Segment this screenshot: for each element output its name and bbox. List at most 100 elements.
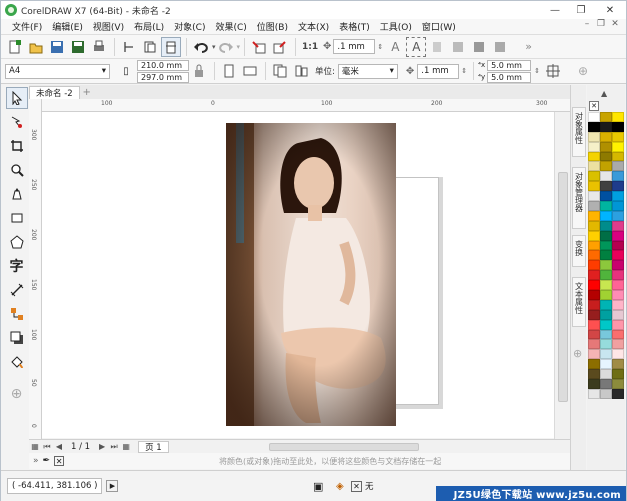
color-swatch[interactable] [612,230,624,241]
horizontal-scroll-thumb[interactable] [269,443,419,451]
last-page-icon[interactable]: ⏭ [108,442,120,452]
color-swatch[interactable] [600,379,612,389]
color-swatch[interactable] [588,230,600,241]
color-swatch[interactable] [612,171,624,182]
color-swatch[interactable] [612,210,624,221]
color-swatch[interactable] [600,260,612,271]
color-swatch[interactable] [600,290,612,300]
palette-scroll-up-icon[interactable]: ▲ [601,89,607,98]
color-swatch[interactable] [612,240,624,251]
color-swatch[interactable] [600,349,612,360]
color-swatch[interactable] [588,171,600,182]
dup-spinner-icon[interactable]: ⇕ [534,67,540,75]
color-swatch[interactable] [612,121,624,132]
color-swatch[interactable] [612,290,624,300]
units-select[interactable]: 毫米 ▾ [337,63,398,79]
all-pages-icon[interactable] [270,61,290,81]
color-swatch[interactable] [588,121,600,132]
nudge-distance-field[interactable]: .1 mm [417,63,460,79]
color-swatch[interactable] [600,171,612,182]
color-swatch[interactable] [612,191,624,202]
color-swatch[interactable] [600,388,612,399]
options-icon[interactable] [490,37,510,57]
page-size-select[interactable]: A4 ▾ [5,63,110,79]
tab-document[interactable]: 未命名 -2 [29,86,80,99]
menu-bitmaps[interactable]: 位图(B) [252,20,293,33]
save-green-icon[interactable] [68,37,88,57]
zoom-level-icon[interactable]: 1:1 [300,37,320,57]
color-swatch[interactable] [612,220,624,231]
color-swatch[interactable] [612,250,624,261]
add-preset-icon[interactable]: ⊕ [578,64,588,78]
shape-tool-icon[interactable] [6,111,28,133]
color-swatch[interactable] [588,151,600,162]
color-swatch[interactable] [600,339,612,350]
menu-file[interactable]: 文件(F) [7,20,47,33]
color-swatch[interactable] [588,388,600,399]
color-swatch[interactable] [588,329,600,340]
pick-tool-icon[interactable] [5,87,28,109]
color-swatch[interactable] [588,290,600,300]
status-expand-icon[interactable]: ▶ [106,480,119,492]
no-color-icon[interactable]: ✕ [54,456,65,466]
page-width-field[interactable]: 210.0 mm [137,59,189,71]
color-swatch[interactable] [588,141,600,152]
fill-tool-icon[interactable] [6,351,28,373]
color-swatch[interactable] [588,181,600,192]
docker-tab-object-properties[interactable]: 对象属性 [572,107,586,157]
cut-icon[interactable] [119,37,139,57]
color-swatch[interactable] [600,250,612,261]
prev-page-icon[interactable]: ◀ [53,442,65,451]
color-swatch[interactable] [588,112,600,122]
portrait-icon[interactable] [219,61,239,81]
color-swatch[interactable] [600,369,612,380]
color-swatch[interactable] [612,369,624,380]
minimize-button[interactable]: — [542,1,568,19]
color-swatch[interactable] [612,329,624,340]
color-swatch[interactable] [588,240,600,251]
color-swatch[interactable] [600,220,612,231]
color-swatch[interactable] [588,319,600,330]
page-frame-icon[interactable] [543,61,563,81]
color-swatch[interactable] [612,299,624,310]
color-swatch[interactable] [588,270,600,281]
menu-object[interactable]: 对象(C) [169,20,210,33]
next-page-icon[interactable]: ▶ [96,442,108,451]
vertical-scrollbar[interactable] [554,112,570,439]
new-document-icon[interactable] [5,37,25,57]
color-swatch[interactable] [588,309,600,320]
menu-effects[interactable]: 效果(C) [210,20,251,33]
color-swatch[interactable] [600,319,612,330]
color-swatch[interactable] [588,250,600,261]
palette-expand-icon[interactable]: » [33,456,39,466]
color-swatch[interactable] [588,161,600,172]
redo-icon[interactable] [216,37,236,57]
color-swatch[interactable] [588,210,600,221]
color-swatch[interactable] [612,260,624,271]
add-tab-icon[interactable]: + [80,86,94,99]
color-swatch[interactable] [612,131,624,142]
close-button[interactable]: ✕ [594,1,626,19]
color-swatch[interactable] [588,339,600,350]
doc-close-icon[interactable]: ✕ [608,19,622,29]
color-swatch[interactable] [612,319,624,330]
undo-icon[interactable] [191,37,211,57]
color-swatch[interactable] [612,112,624,122]
paste-icon[interactable] [161,36,181,57]
color-swatch[interactable] [588,280,600,291]
color-swatch[interactable] [588,299,600,310]
toolbar-more-icon[interactable]: » [525,40,532,53]
crop-tool-icon[interactable] [6,135,28,157]
color-swatch[interactable] [600,280,612,291]
menu-view[interactable]: 视图(V) [88,20,129,33]
document-info-icon[interactable]: ▣ [313,480,323,493]
color-swatch[interactable] [612,359,624,370]
connector-tool-icon[interactable] [6,303,28,325]
polygon-tool-icon[interactable] [6,231,28,253]
color-swatch[interactable] [612,270,624,281]
text-frame-icon[interactable]: A [406,36,427,57]
color-swatch[interactable] [600,141,612,152]
color-swatch[interactable] [612,161,624,172]
color-swatch[interactable] [600,299,612,310]
color-swatch[interactable] [612,309,624,320]
